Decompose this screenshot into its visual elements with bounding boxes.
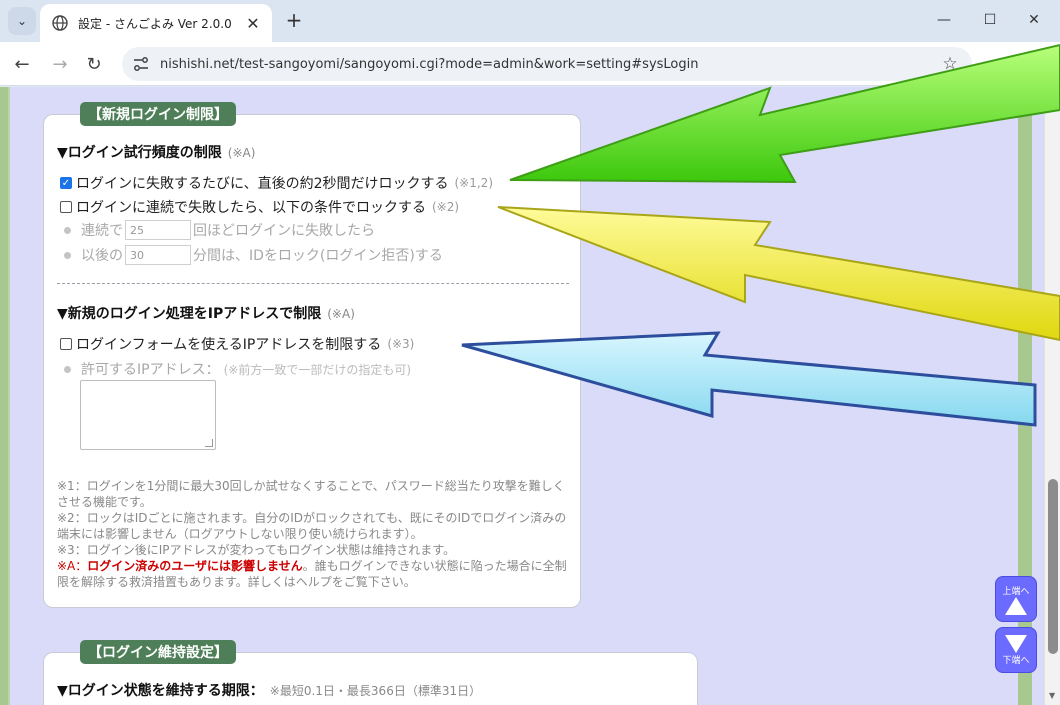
option-lock-2sec[interactable]: ✓ ログインに失敗するたびに、直後の約2秒間だけロックする (※1,2) <box>60 173 493 193</box>
footnote-3: ※3：ログイン後にIPアドレスが変わってもログイン状態は維持されます。 <box>57 543 456 557</box>
checkbox-lock-2sec[interactable]: ✓ <box>60 177 72 189</box>
footnote-A: ※A：ログイン済みのユーザには影響しません。誰もログインできない状態に陥った場合… <box>57 559 567 589</box>
bullet-dot <box>64 251 71 259</box>
arrow-up-icon <box>1005 596 1027 615</box>
tab-bar: ⌄ 設定 - さんごよみ Ver 2.0.0 ✕ + — ☐ ✕ <box>0 0 1060 42</box>
checkbox-ip-restrict[interactable] <box>60 338 72 350</box>
scroll-down-icon[interactable]: ▼ <box>1049 691 1055 700</box>
close-window-icon[interactable]: ✕ <box>1020 8 1048 32</box>
lock-duration-row: 以後の 30 分間は、IDをロック(ログイン拒否)する <box>64 245 443 265</box>
bullet-dot <box>64 365 71 373</box>
ip-restriction-heading: ▼新規のログイン処理をIPアドレスで制限 (※A) <box>57 306 355 322</box>
chevron-down-icon: ⌄ <box>16 14 28 28</box>
section-badge-login-restriction: 【新規ログイン制限】 <box>80 102 236 126</box>
reload-icon[interactable]: ↻ <box>80 50 108 78</box>
section-divider <box>57 283 569 284</box>
arrow-down-icon <box>1005 634 1027 653</box>
bullet-dot <box>64 226 71 234</box>
minimize-icon[interactable]: — <box>930 8 958 32</box>
site-settings-icon[interactable] <box>132 55 150 73</box>
bookmark-star-icon[interactable]: ☆ <box>938 52 962 76</box>
browser-toolbar: ← → ↻ nishishi.net/test-sangoyomi/sangoy… <box>0 42 1060 86</box>
active-tab[interactable]: 設定 - さんごよみ Ver 2.0.0 ✕ <box>40 4 272 42</box>
tab-title: 設定 - さんごよみ Ver 2.0.0 <box>78 16 232 31</box>
forward-arrow-icon[interactable]: → <box>46 50 74 78</box>
scrollbar-thumb[interactable] <box>1048 479 1058 654</box>
option-ip-restrict[interactable]: ログインフォームを使えるIPアドレスを制限する (※3) <box>60 334 414 354</box>
page-left-border <box>0 87 10 705</box>
consecutive-failure-row: 連続で 25 回ほどログインに失敗したら <box>64 220 375 240</box>
checkbox-consecutive-lock[interactable] <box>60 201 72 213</box>
url-text: nishishi.net/test-sangoyomi/sangoyomi.cg… <box>160 56 699 72</box>
close-tab-icon[interactable]: ✕ <box>242 12 264 34</box>
address-bar[interactable]: nishishi.net/test-sangoyomi/sangoyomi.cg… <box>122 47 972 81</box>
allowed-ip-label-row: 許可するIPアドレス： (※前方一致で一部だけの指定も可) <box>64 359 411 379</box>
vertical-scrollbar[interactable]: ▲ ▼ <box>1044 87 1060 705</box>
failure-count-input[interactable]: 25 <box>125 220 191 240</box>
scroll-up-icon[interactable]: ▲ <box>1049 91 1055 100</box>
globe-icon <box>52 15 68 31</box>
back-arrow-icon[interactable]: ← <box>8 50 36 78</box>
footnote-2: ※2：ロックはIDごとに施されます。自分のIDがロックされても、既にそのIDでロ… <box>57 511 567 541</box>
section-badge-login-keep: 【ログイン維持設定】 <box>80 640 236 664</box>
login-frequency-heading: ▼ログイン試行頻度の制限 (※A) <box>57 145 256 161</box>
tab-search-button[interactable]: ⌄ <box>8 7 36 35</box>
jump-to-top-button[interactable]: 上端へ <box>995 576 1037 622</box>
new-tab-button[interactable]: + <box>282 8 306 32</box>
option-consecutive-lock[interactable]: ログインに連続で失敗したら、以下の条件でロックする (※2) <box>60 197 459 217</box>
page-content: ▲ ▼ 【新規ログイン制限】 ▼ログイン試行頻度の制限 (※A) ✓ ログインに失… <box>0 87 1060 705</box>
lock-minutes-input[interactable]: 30 <box>125 245 191 265</box>
footnote-1: ※1：ログインを1分間に最大30回しか試せなくすることで、パスワード総当たり攻撃… <box>57 479 565 509</box>
allowed-ip-textarea[interactable] <box>80 380 216 450</box>
jump-to-bottom-button[interactable]: 下端へ <box>995 627 1037 673</box>
login-keep-heading: ▼ログイン状態を維持する期限： ※最短0.1日・最長366日（標準31日） <box>57 683 482 699</box>
maximize-icon[interactable]: ☐ <box>976 8 1004 32</box>
